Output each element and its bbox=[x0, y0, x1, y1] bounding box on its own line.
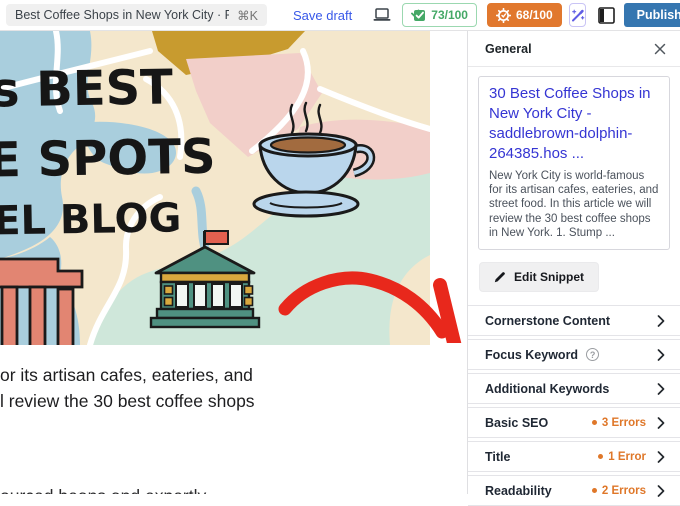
paragraph-line1: or its artisan cafes, eateries, and bbox=[0, 362, 440, 388]
seo-sidebar-panel: General 30 Best Coffee Shops in New York… bbox=[467, 31, 680, 494]
section-readability[interactable]: Readability 2 Errors bbox=[468, 475, 680, 506]
panel-title: General bbox=[485, 42, 532, 56]
snippet-description: New York City is world-famous for its ar… bbox=[489, 169, 660, 240]
section-label: Readability bbox=[485, 484, 552, 498]
gear-badge-icon bbox=[496, 8, 511, 23]
question-mark-icon[interactable] bbox=[586, 348, 599, 361]
chevron-right-icon bbox=[657, 349, 665, 361]
headline-line2: E SPOTS bbox=[0, 129, 216, 189]
post-paragraph[interactable]: or its artisan cafes, eateries, and l re… bbox=[0, 362, 440, 414]
seo-sections: Cornerstone Content Focus Keyword Additi… bbox=[468, 305, 680, 506]
section-label: Basic SEO bbox=[485, 416, 548, 430]
chevron-right-icon bbox=[657, 485, 665, 497]
post-paragraph-clipped: ourced beans and expertly bbox=[0, 486, 440, 494]
command-shortcut-label: ⌘K bbox=[237, 8, 258, 23]
headline-line3: EL BLOG bbox=[0, 195, 182, 244]
chevron-right-icon bbox=[657, 383, 665, 395]
headline-score-badge[interactable]: 68/100 bbox=[487, 3, 562, 27]
sidebar-body: 30 Best Coffee Shops in New York City - … bbox=[468, 67, 680, 506]
error-badge: 1 Error bbox=[598, 451, 646, 463]
error-badge: 3 Errors bbox=[592, 417, 646, 429]
error-badge: 2 Errors bbox=[592, 485, 646, 497]
preview-button[interactable] bbox=[373, 5, 391, 25]
chevron-right-icon bbox=[657, 417, 665, 429]
section-label: Focus Keyword bbox=[485, 348, 578, 362]
pencil-icon bbox=[494, 271, 506, 283]
headline-line1: s BEST bbox=[0, 59, 174, 118]
ai-assistant-button[interactable] bbox=[569, 3, 586, 27]
paragraph-line2: l review the 30 best coffee shops bbox=[0, 388, 440, 414]
check-badge-icon bbox=[411, 8, 426, 22]
magic-wand-icon bbox=[570, 8, 585, 23]
section-label: Title bbox=[485, 450, 510, 464]
section-focus-keyword[interactable]: Focus Keyword bbox=[468, 339, 680, 370]
section-label: Cornerstone Content bbox=[485, 314, 610, 328]
section-basic-seo[interactable]: Basic SEO 3 Errors bbox=[468, 407, 680, 438]
edit-snippet-button[interactable]: Edit Snippet bbox=[479, 262, 599, 292]
close-icon[interactable] bbox=[654, 43, 666, 55]
document-title: Best Coffee Shops in New York City · Pos… bbox=[15, 8, 229, 22]
sidebar-toggle-icon bbox=[598, 7, 615, 24]
chevron-right-icon bbox=[657, 315, 665, 327]
snippet-preview: 30 Best Coffee Shops in New York City - … bbox=[478, 76, 670, 250]
section-title[interactable]: Title 1 Error bbox=[468, 441, 680, 472]
editor-topbar: Best Coffee Shops in New York City · Pos… bbox=[0, 0, 680, 31]
featured-image-illustration[interactable]: s BEST E SPOTS EL BLOG bbox=[0, 31, 430, 345]
chevron-right-icon bbox=[657, 451, 665, 463]
publish-button[interactable]: Publish bbox=[624, 3, 680, 27]
edit-snippet-label: Edit Snippet bbox=[514, 270, 584, 284]
save-draft-button[interactable]: Save draft bbox=[293, 8, 352, 23]
trueseo-score-value: 73/100 bbox=[431, 8, 468, 22]
section-label: Additional Keywords bbox=[485, 382, 609, 396]
headline-score-value: 68/100 bbox=[516, 8, 553, 22]
sidebar-header: General bbox=[468, 31, 680, 67]
snippet-title-link[interactable]: 30 Best Coffee Shops in New York City - … bbox=[489, 84, 660, 164]
editor-canvas: s BEST E SPOTS EL BLOG bbox=[0, 31, 467, 494]
section-additional-keywords[interactable]: Additional Keywords bbox=[468, 373, 680, 404]
laptop-icon bbox=[373, 8, 391, 22]
section-cornerstone-content[interactable]: Cornerstone Content bbox=[468, 305, 680, 336]
settings-sidebar-toggle[interactable] bbox=[598, 4, 615, 26]
salmon-building-illustration bbox=[0, 259, 82, 345]
trueseo-score-badge[interactable]: 73/100 bbox=[402, 3, 477, 27]
command-palette[interactable]: Best Coffee Shops in New York City · Pos… bbox=[6, 4, 267, 26]
